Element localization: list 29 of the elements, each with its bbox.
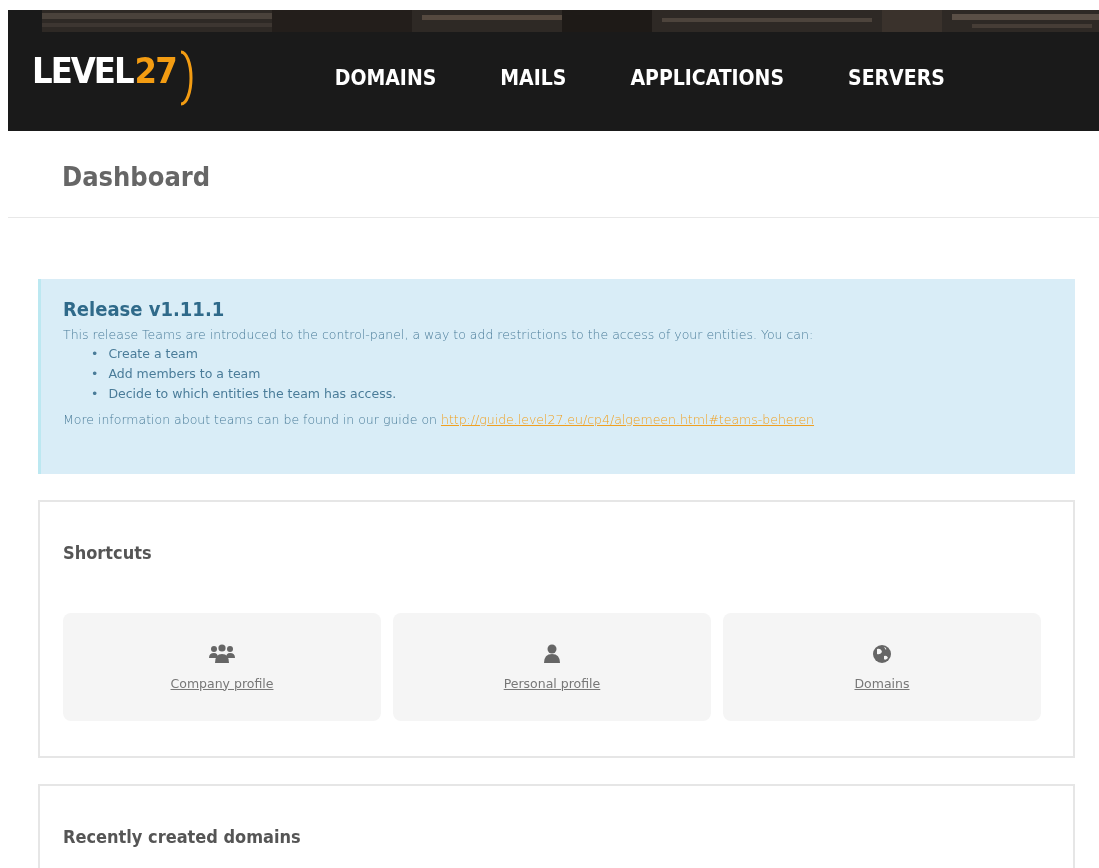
list-item: Decide to which entities the team has access. <box>108 385 397 403</box>
alert-title: Release v1.11.1 <box>63 297 226 321</box>
logo-number: 27 <box>134 49 176 91</box>
bullet: • <box>91 385 99 403</box>
nav-link[interactable]: SERVERS <box>848 65 945 90</box>
arc-icon <box>178 49 193 106</box>
card-title: Shortcuts <box>63 542 153 563</box>
shortcut-tile[interactable]: Domains <box>723 613 1041 721</box>
globe-icon <box>872 643 892 664</box>
list-item: Add members to a team <box>108 365 261 383</box>
page-title: Dashboard <box>62 161 212 194</box>
logo[interactable]: LEVEL27 <box>32 49 193 106</box>
logo-word: LEVEL <box>32 49 133 91</box>
card-title: Recently created domains <box>63 826 302 847</box>
users-icon <box>209 643 235 664</box>
shortcut-tile[interactable]: Personal profile <box>393 613 711 721</box>
shortcut-link[interactable]: Company profile <box>170 675 274 691</box>
list-item: Create a team <box>108 345 198 363</box>
alert-text: More information about teams can be found in our guide on http://guide.level27.eu/cp4/algemeen.html#teams-beheren <box>63 412 816 427</box>
nav-link[interactable]: APPLICATIONS <box>630 65 785 90</box>
shortcut-link[interactable]: Personal profile <box>503 675 601 691</box>
bullet: • <box>91 365 99 383</box>
alert-text: This release Teams are introduced to the control-panel, a way to add restrictions to the access of your entities. You can: <box>63 327 815 342</box>
user-icon <box>544 643 560 664</box>
shortcut-link[interactable]: Domains <box>854 675 910 691</box>
nav-link[interactable]: DOMAINS <box>334 65 437 90</box>
nav-link[interactable]: MAILS <box>500 65 567 90</box>
bullet: • <box>91 345 99 363</box>
shortcut-tile[interactable]: Company profile <box>63 613 381 721</box>
